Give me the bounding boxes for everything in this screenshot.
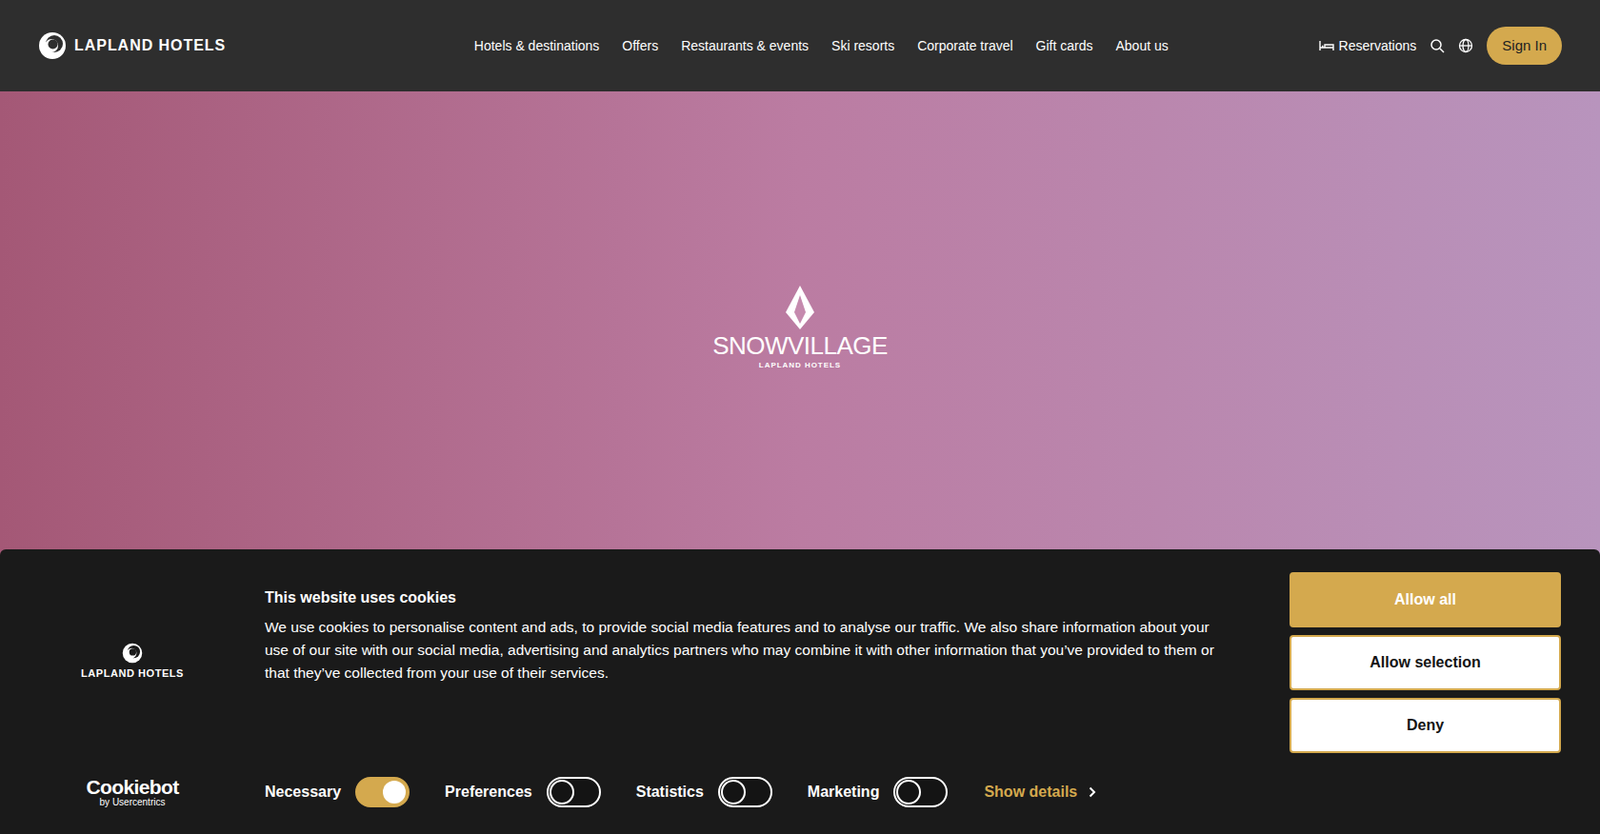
consent-toggle-group: Necessary <box>264 777 410 808</box>
nav-item[interactable]: Offers <box>621 36 659 57</box>
toggle-label: Necessary <box>264 780 341 804</box>
switch-knob <box>549 780 575 805</box>
search-icon[interactable] <box>1429 38 1445 54</box>
nav-item[interactable]: Gift cards <box>1036 36 1094 57</box>
consent-toggle-group: Statistics <box>636 777 773 808</box>
toggle-label: Preferences <box>444 780 533 804</box>
globe-icon[interactable] <box>1458 38 1474 54</box>
consent-switch[interactable] <box>355 777 410 808</box>
nav-item[interactable]: Restaurants & events <box>680 36 809 57</box>
toggle-label: Statistics <box>636 780 704 804</box>
site-header: LAPLAND HOTELS Hotels & destinations Offe… <box>0 0 1600 92</box>
consent-switch[interactable] <box>718 777 773 808</box>
switch-knob <box>720 780 746 805</box>
consent-switch[interactable] <box>893 777 948 808</box>
nav-item[interactable]: Hotels & destinations <box>474 36 600 57</box>
nav-item[interactable]: About us <box>1116 36 1169 57</box>
nav-item[interactable]: Corporate travel <box>917 36 1013 57</box>
banner-logo-icon <box>121 642 143 664</box>
consent-toggle-group: Preferences <box>444 777 601 808</box>
chevron-right-icon <box>1088 786 1097 799</box>
consent-switch[interactable] <box>546 777 601 808</box>
toggle-label: Marketing <box>807 780 880 804</box>
banner-logo: LAPLAND HOTELS <box>80 665 184 682</box>
reservations-link[interactable]: Reservations <box>1319 36 1418 57</box>
switch-knob <box>896 780 921 805</box>
snowvillage-diamond-icon <box>781 285 819 330</box>
cookiebot-logo: Cookiebot by Usercentrics <box>0 777 265 808</box>
consent-toggle-group: Marketing <box>807 777 949 808</box>
lapland-logo-icon <box>38 31 67 60</box>
cookie-text: We use cookies to personalise content an… <box>264 616 1233 685</box>
cookie-button[interactable]: Allow all <box>1289 572 1561 628</box>
cookie-button[interactable]: Allow selection <box>1289 635 1561 691</box>
snowvillage-logo: SNOWVILLAGE LAPLAND HOTELS <box>712 285 888 372</box>
nav-item[interactable]: Ski resorts <box>831 36 895 57</box>
lapland-logo[interactable]: LAPLAND HOTELS <box>38 31 324 60</box>
cookie-banner: LAPLAND HOTELS This website uses cookies… <box>0 549 1600 834</box>
main-nav: Hotels & destinations Offers Restaurants &… <box>323 36 1320 57</box>
sign-in-button[interactable]: Sign In <box>1486 26 1562 65</box>
cookie-button[interactable]: Deny <box>1289 698 1561 754</box>
bed-icon <box>1319 40 1335 52</box>
switch-knob <box>382 780 406 804</box>
cookie-title: This website uses cookies <box>264 586 1233 610</box>
show-details-link[interactable]: Show details <box>983 780 1097 804</box>
